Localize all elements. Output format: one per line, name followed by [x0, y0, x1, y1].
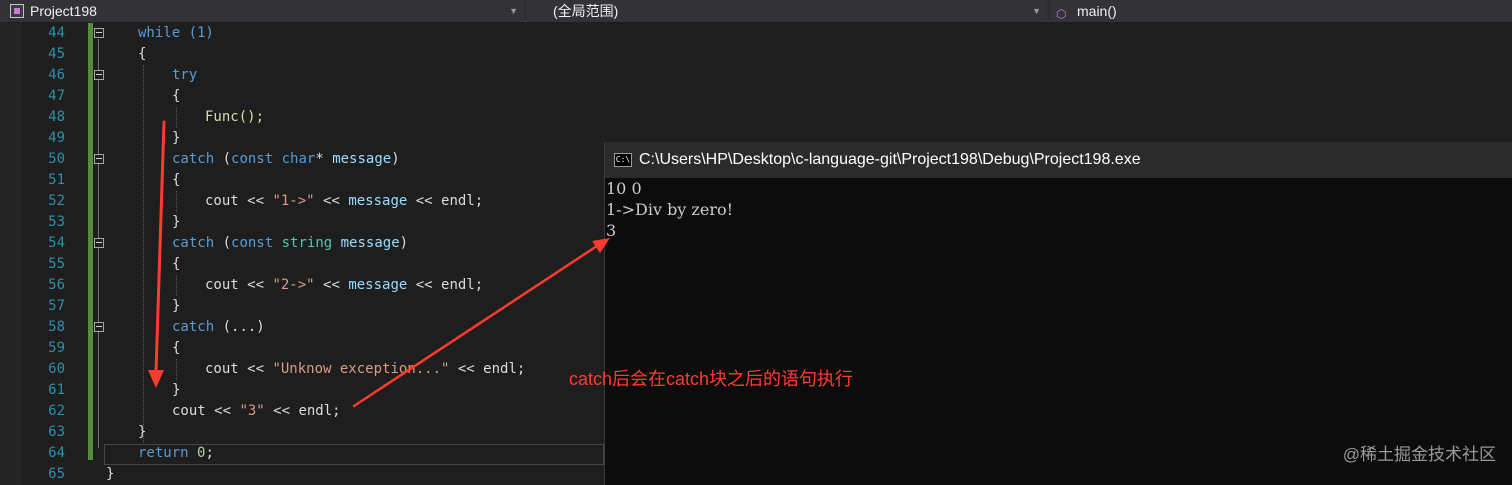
annotation-text: catch后会在catch块之后的语句执行 — [569, 369, 854, 389]
annotation-arrows — [148, 120, 610, 408]
arrow-down — [148, 120, 166, 388]
watermark: @稀土掘金技术社区 — [1342, 445, 1496, 464]
